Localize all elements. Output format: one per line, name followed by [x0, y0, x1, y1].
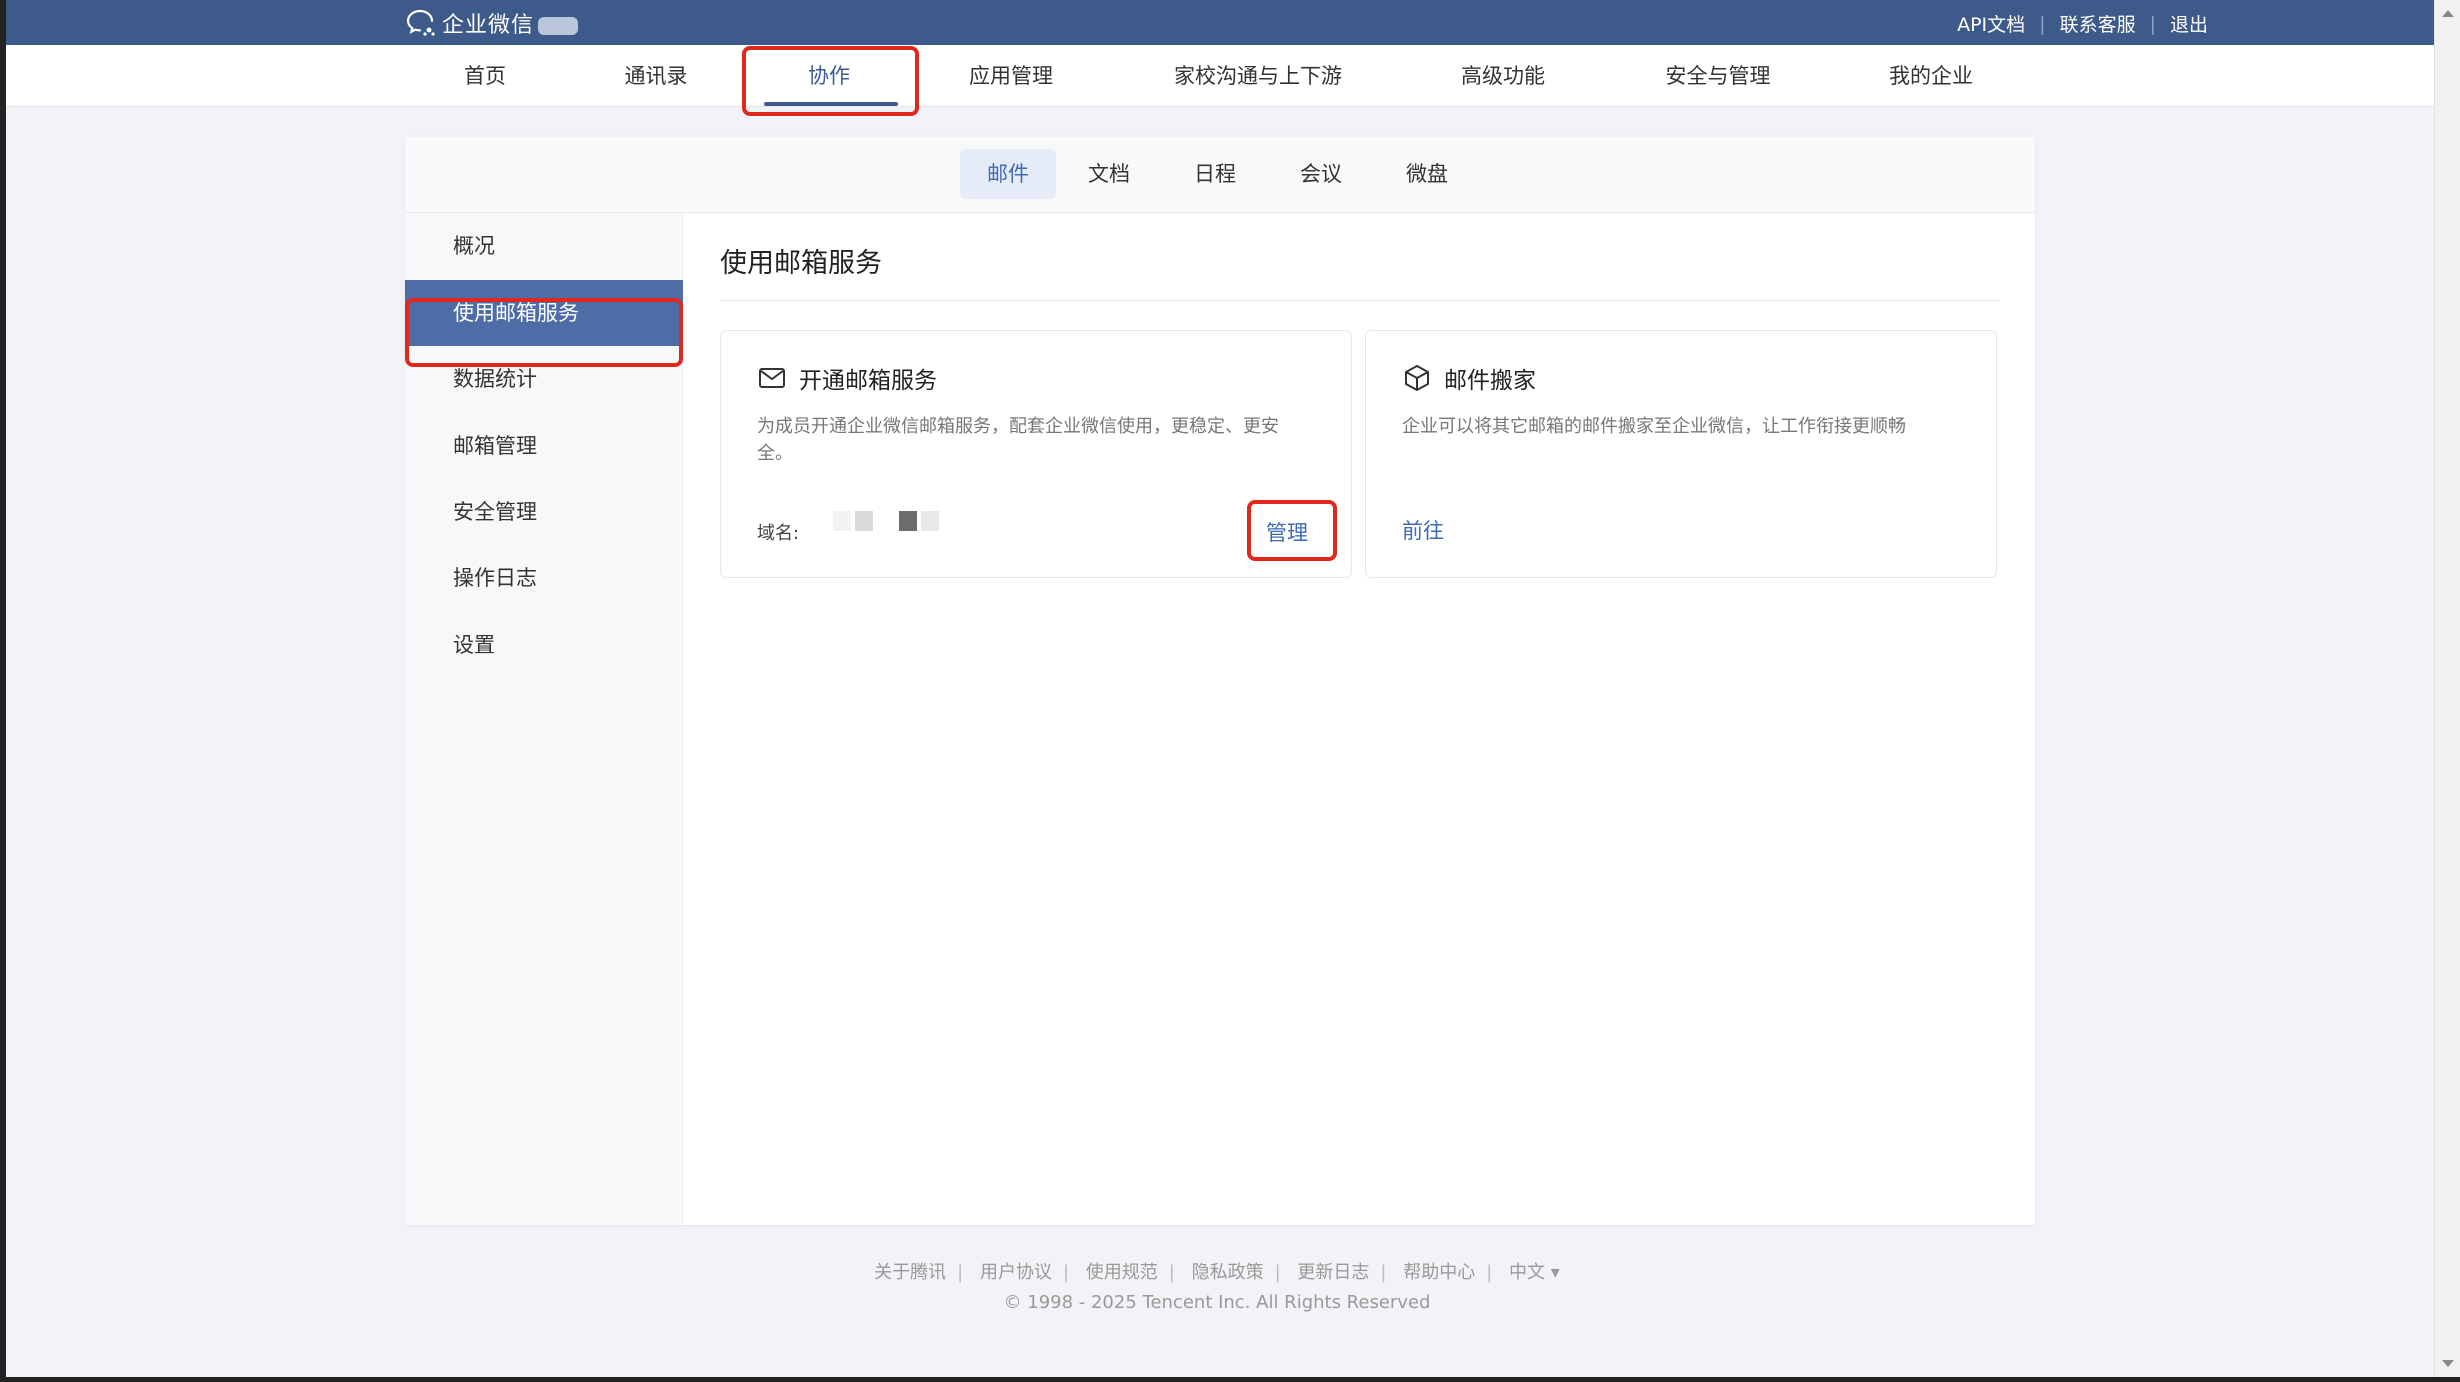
nav-school-communication[interactable]: 家校沟通与上下游	[1174, 45, 1342, 107]
wecom-logo-icon	[406, 9, 435, 36]
logo[interactable]: 企业微信	[404, 6, 579, 40]
manage-button[interactable]: 管理	[1266, 517, 1308, 547]
separator: |	[1168, 1262, 1175, 1283]
sidebar-item-use-mail-service[interactable]: 使用邮箱服务	[405, 280, 683, 346]
footer-link-help[interactable]: 帮助中心	[1403, 1262, 1475, 1283]
footer-link-changelog[interactable]: 更新日志	[1297, 1262, 1369, 1283]
footer-link-privacy[interactable]: 隐私政策	[1192, 1262, 1264, 1283]
domain-label: 域名:	[757, 523, 800, 544]
language-selector[interactable]: 中文 ▾	[1509, 1262, 1560, 1283]
api-docs-link[interactable]: API文档	[1957, 10, 2025, 37]
nav-advanced-features[interactable]: 高级功能	[1461, 45, 1545, 107]
card-title: 开通邮箱服务	[799, 368, 937, 394]
page-title: 使用邮箱服务	[720, 248, 882, 279]
card-description: 为成员开通企业微信邮箱服务，配套企业微信使用，更稳定、更安全。	[757, 416, 1279, 464]
card-description: 企业可以将其它邮箱的邮件搬家至企业微信，让工作衔接更顺畅	[1402, 416, 1906, 437]
box-icon	[1405, 365, 1429, 391]
logo-text: 企业微信	[442, 13, 535, 38]
content-panel: 邮件 文档 日程 会议 微盘 概况 使用邮箱服务 数据统计 邮箱管理 安全管理 …	[405, 137, 2035, 1225]
go-button[interactable]: 前往	[1402, 515, 1444, 545]
active-nav-underline	[764, 102, 898, 106]
separator: |	[2149, 12, 2156, 35]
top-bar: 企业微信 API文档 | 联系客服 | 退出	[6, 0, 2434, 45]
footer-link-usage-rules[interactable]: 使用规范	[1086, 1262, 1158, 1283]
domain-value-masked	[833, 511, 943, 531]
sidebar-item-settings[interactable]: 设置	[405, 612, 683, 678]
nav-security-management[interactable]: 安全与管理	[1666, 45, 1771, 107]
nav-collaboration[interactable]: 协作	[808, 45, 850, 107]
sub-nav: 邮件 文档 日程 会议 微盘	[405, 137, 2035, 213]
top-links: API文档 | 联系客服 | 退出	[1957, 10, 2208, 37]
nav-home[interactable]: 首页	[464, 45, 506, 107]
subtab-drive[interactable]: 微盘	[1384, 149, 1470, 199]
separator: |	[1486, 1262, 1493, 1283]
sidebar: 概况 使用邮箱服务 数据统计 邮箱管理 安全管理 操作日志 设置	[405, 213, 683, 1225]
sidebar-item-statistics[interactable]: 数据统计	[405, 346, 683, 412]
envelope-icon	[759, 368, 785, 388]
separator: |	[1380, 1262, 1387, 1283]
sidebar-item-operation-log[interactable]: 操作日志	[405, 545, 683, 611]
separator: |	[1274, 1262, 1281, 1283]
window-frame-left	[0, 0, 6, 1382]
footer-link-about[interactable]: 关于腾讯	[874, 1262, 946, 1283]
sidebar-item-overview[interactable]: 概况	[405, 213, 683, 279]
nav-app-management[interactable]: 应用管理	[969, 45, 1053, 107]
separator: |	[1062, 1262, 1070, 1283]
copyright: © 1998 - 2025 Tencent Inc. All Rights Re…	[1003, 1292, 1431, 1313]
separator: |	[2039, 12, 2046, 35]
card-enable-mail-service: 开通邮箱服务 为成员开通企业微信邮箱服务，配套企业微信使用，更稳定、更安全。 域…	[720, 330, 1352, 578]
window-frame-bottom	[0, 1377, 2460, 1382]
main-nav: 首页 通讯录 协作 应用管理 家校沟通与上下游 高级功能 安全与管理 我的企业	[6, 45, 2434, 107]
logout-link[interactable]: 退出	[2170, 10, 2208, 37]
card-mail-migration: 邮件搬家 企业可以将其它邮箱的邮件搬家至企业微信，让工作衔接更顺畅 前往	[1365, 330, 1997, 578]
footer-link-user-agreement[interactable]: 用户协议	[980, 1262, 1052, 1283]
scroll-up-arrow-icon[interactable]	[2442, 10, 2454, 17]
scroll-down-arrow-icon[interactable]	[2442, 1360, 2454, 1367]
subtab-calendar[interactable]: 日程	[1172, 149, 1258, 199]
nav-contacts[interactable]: 通讯录	[625, 45, 688, 107]
separator: |	[957, 1262, 964, 1283]
contact-support-link[interactable]: 联系客服	[2060, 10, 2136, 37]
nav-my-enterprise[interactable]: 我的企业	[1889, 45, 1973, 107]
logo-badge	[538, 17, 579, 35]
sidebar-item-security-management[interactable]: 安全管理	[405, 479, 683, 545]
subtab-mail[interactable]: 邮件	[960, 149, 1056, 199]
title-divider	[720, 300, 2000, 301]
subtab-meeting[interactable]: 会议	[1278, 149, 1364, 199]
footer-links: 关于腾讯 | 用户协议 | 使用规范 | 隐私政策 | 更新日志 | 帮助中心 | 中文 ▾	[0, 1258, 2434, 1284]
subtab-docs[interactable]: 文档	[1066, 149, 1152, 199]
sidebar-item-mailbox-management[interactable]: 邮箱管理	[405, 413, 683, 479]
scrollbar[interactable]	[2434, 0, 2460, 1377]
card-title: 邮件搬家	[1444, 368, 1536, 394]
